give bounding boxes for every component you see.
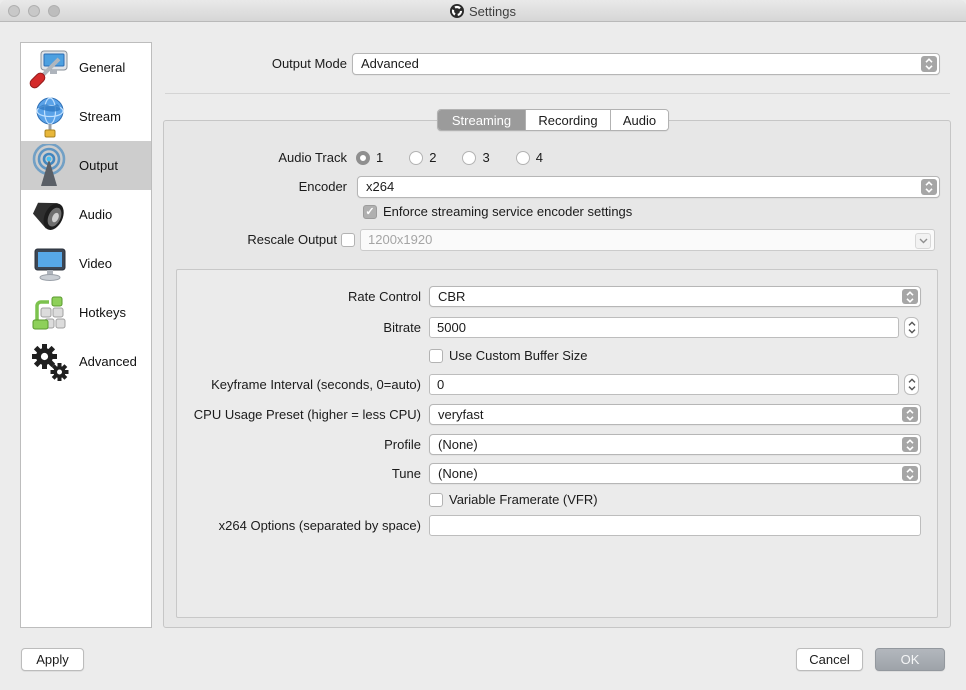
- chevron-up-down-icon: [902, 437, 918, 452]
- sidebar-item-output[interactable]: Output: [21, 141, 151, 190]
- audio-track-radio-1[interactable]: [356, 150, 370, 165]
- chevron-up-down-icon: [902, 407, 918, 422]
- vfr-checkbox[interactable]: [429, 493, 443, 507]
- tab-audio[interactable]: Audio: [610, 110, 668, 130]
- chevron-up-down-icon: [921, 56, 937, 72]
- audio-track-radio-3[interactable]: [462, 150, 477, 165]
- audio-track-option-label: 4: [535, 150, 543, 165]
- sidebar-item-stream[interactable]: Stream: [21, 92, 151, 141]
- enforce-encoder-checkbox[interactable]: ✓: [363, 205, 377, 219]
- audio-track-option-label: 2: [429, 150, 437, 165]
- tab-label: Audio: [622, 112, 657, 128]
- cpu-preset-value: veryfast: [438, 407, 484, 422]
- cpu-preset-label: CPU Usage Preset (higher = less CPU): [193, 407, 421, 422]
- window-title: Settings: [469, 3, 516, 19]
- stream-icon: [36, 96, 64, 137]
- sidebar-item-hotkeys[interactable]: Hotkeys: [21, 288, 151, 337]
- sidebar-item-audio[interactable]: Audio: [21, 190, 151, 239]
- encoder-settings-group: Rate Control CBR Bitrate Use Custom Buff…: [176, 269, 938, 618]
- output-mode-select[interactable]: Advanced: [352, 53, 940, 75]
- rate-control-label: Rate Control: [348, 289, 421, 304]
- ok-button[interactable]: OK: [875, 648, 945, 671]
- hotkeys-icon: [32, 296, 66, 329]
- advanced-icon: [32, 343, 69, 381]
- sidebar-item-label: Advanced: [79, 354, 137, 369]
- rate-control-value: CBR: [438, 289, 466, 304]
- output-mode-label: Output Mode: [271, 56, 347, 71]
- vfr-label: Variable Framerate (VFR): [449, 492, 598, 507]
- sidebar-item-video[interactable]: Video: [21, 239, 151, 288]
- custom-buffer-checkbox[interactable]: [429, 349, 443, 363]
- profile-label: Profile: [384, 437, 421, 452]
- encoder-value: x264: [366, 179, 395, 194]
- window-title-area: Settings: [0, 0, 966, 22]
- rescale-output-label: Rescale Output: [247, 232, 337, 247]
- chevron-down-icon: [915, 233, 931, 249]
- rescale-resolution-value: 1200x1920: [368, 232, 433, 247]
- tab-streaming[interactable]: Streaming: [438, 110, 525, 130]
- audio-icon: [32, 202, 64, 230]
- keyframe-interval-input[interactable]: [429, 374, 899, 395]
- audio-track-label: Audio Track: [278, 150, 347, 165]
- video-icon: [34, 248, 66, 281]
- audio-track-radio-4[interactable]: [515, 150, 530, 165]
- enforce-encoder-label: Enforce streaming service encoder settin…: [383, 204, 633, 219]
- obs-logo-icon: [450, 4, 464, 18]
- rate-control-select[interactable]: CBR: [429, 286, 921, 307]
- tab-label: Recording: [538, 112, 598, 128]
- settings-sidebar: General Stream Output Audio Video Hotkey…: [20, 42, 152, 628]
- cancel-button[interactable]: Cancel: [796, 648, 863, 671]
- sidebar-item-label: Output: [79, 158, 119, 173]
- profile-select[interactable]: (None): [429, 434, 921, 455]
- chevron-up-down-icon: [902, 466, 918, 481]
- audio-track-radio-2[interactable]: [409, 150, 424, 165]
- encoder-label: Encoder: [298, 179, 347, 194]
- audio-track-radiogroup: 1 2 3 4: [356, 150, 543, 165]
- tune-label: Tune: [391, 466, 421, 481]
- cpu-preset-select[interactable]: veryfast: [429, 404, 921, 425]
- audio-track-option-label: 1: [376, 150, 384, 165]
- sidebar-item-label: Video: [79, 256, 113, 271]
- profile-value: (None): [438, 437, 478, 452]
- bitrate-input[interactable]: [429, 317, 899, 338]
- sidebar-item-label: Hotkeys: [79, 305, 126, 320]
- apply-button[interactable]: Apply: [21, 648, 84, 671]
- sidebar-item-label: Audio: [79, 207, 113, 222]
- tab-label: Streaming: [451, 112, 512, 128]
- rescale-output-checkbox[interactable]: [341, 233, 355, 247]
- bitrate-label: Bitrate: [383, 320, 421, 335]
- rescale-resolution-combo[interactable]: 1200x1920: [360, 229, 935, 251]
- encoder-select[interactable]: x264: [357, 176, 940, 198]
- bitrate-stepper[interactable]: [904, 317, 919, 338]
- sidebar-item-general[interactable]: General: [21, 43, 151, 92]
- general-icon: [29, 50, 68, 88]
- output-mode-value: Advanced: [361, 56, 419, 71]
- x264-options-input[interactable]: [429, 515, 921, 536]
- chevron-up-down-icon: [921, 179, 937, 195]
- x264-options-label: x264 Options (separated by space): [218, 518, 421, 533]
- output-icon: [32, 143, 66, 186]
- chevron-up-down-icon: [902, 289, 918, 304]
- sidebar-item-advanced[interactable]: Advanced: [21, 337, 151, 386]
- title-bar: Settings: [0, 0, 966, 22]
- tune-select[interactable]: (None): [429, 463, 921, 484]
- sidebar-item-label: General: [79, 60, 126, 75]
- tune-value: (None): [438, 466, 478, 481]
- section-divider: [165, 93, 950, 94]
- tab-recording[interactable]: Recording: [525, 110, 610, 130]
- custom-buffer-label: Use Custom Buffer Size: [449, 348, 588, 363]
- keyframe-interval-stepper[interactable]: [904, 374, 919, 395]
- keyframe-interval-label: Keyframe Interval (seconds, 0=auto): [211, 377, 421, 392]
- sidebar-item-label: Stream: [79, 109, 121, 124]
- output-tabs: Streaming Recording Audio: [437, 109, 669, 131]
- audio-track-option-label: 3: [482, 150, 490, 165]
